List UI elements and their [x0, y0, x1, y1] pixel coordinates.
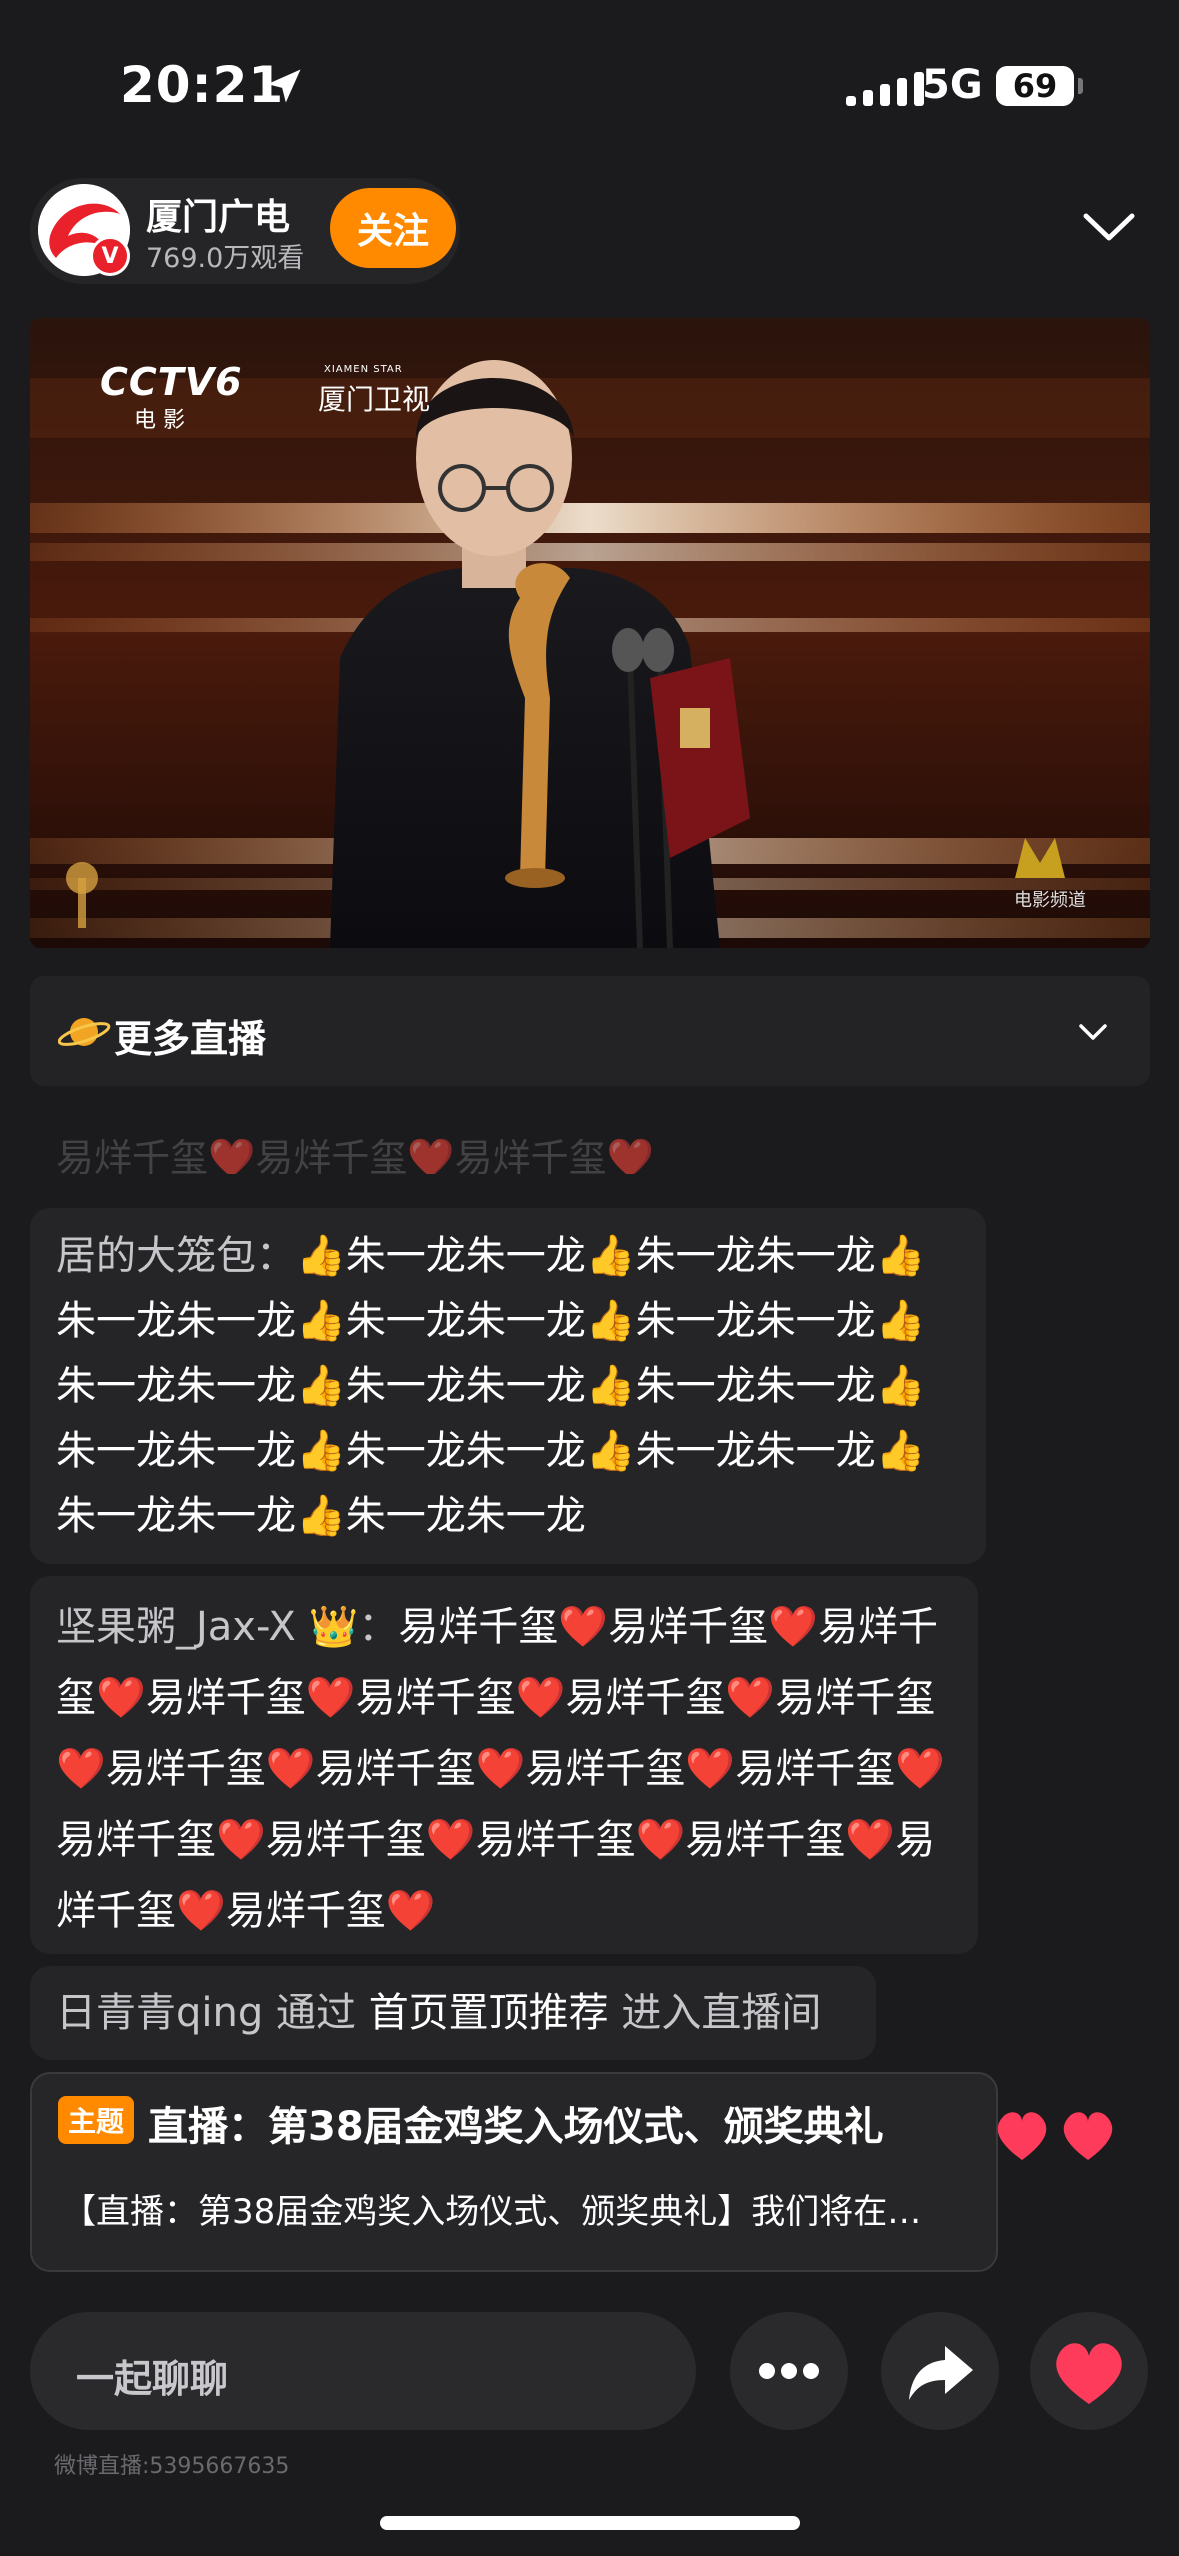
faded-comment: 易烊千玺❤️易烊千玺❤️易烊千玺❤️ [56, 1138, 654, 1174]
network-type: 5G [922, 62, 983, 108]
battery-tip [1078, 78, 1083, 94]
follow-button[interactable]: 关注 [330, 188, 456, 268]
more-live-label: 更多直播 [114, 1017, 267, 1061]
status-bar: 20:21 5G 69 [0, 0, 1179, 150]
comment-username[interactable]: 居的大笼包： [56, 1233, 296, 1279]
cctv6-sublabel: 电 影 [134, 408, 185, 433]
location-arrow-icon [267, 69, 301, 103]
viewer-count: 769.0万观看 [146, 243, 305, 274]
xiamen-tv-logo: 厦门卫视 [318, 383, 431, 416]
comment-username[interactable]: 日青青qing [56, 1990, 263, 2036]
comment-username[interactable]: 坚果粥_Jax-X 👑： [56, 1604, 398, 1650]
xiamen-star-label: XIAMEN STAR [324, 364, 403, 375]
live-video-player[interactable] [30, 318, 1150, 948]
topic-title: 直播：第38届金鸡奖入场仪式、颁奖典礼 [148, 2104, 884, 2150]
entry-notice: 日青青qing 通过 首页置顶推荐 进入直播间 [30, 1966, 876, 2060]
channel-name[interactable]: 厦门广电 [146, 188, 290, 240]
comment-text: 易烊千玺❤️易烊千玺❤️易烊千玺❤️易烊千玺❤️易烊千玺❤️易烊千玺❤️易烊千玺… [56, 1604, 946, 1934]
movie-channel-watermark: 电影频道 [1014, 890, 1086, 911]
home-indicator[interactable] [380, 2516, 800, 2530]
heart-icon [1056, 2343, 1122, 2404]
battery-icon: 69 [996, 66, 1074, 106]
floating-hearts-icon [997, 2112, 1113, 2160]
comment-item: 居的大笼包：👍朱一龙朱一龙👍朱一龙朱一龙👍朱一龙朱一龙👍朱一龙朱一龙👍朱一龙朱一… [30, 1208, 986, 1564]
entry-source: 首页置顶推荐 [368, 1990, 609, 2036]
weibo-live-id: 微博直播:5395667635 [54, 2454, 290, 2479]
share-button[interactable] [881, 2312, 999, 2430]
more-button[interactable] [730, 2312, 848, 2430]
cctv6-logo: CCTV6 [100, 360, 243, 404]
entry-via: 通过 [275, 1990, 356, 2036]
verified-badge: V [90, 236, 130, 276]
share-arrow-icon [909, 2346, 973, 2400]
signal-icon [846, 68, 924, 106]
entry-action: 进入直播间 [621, 1990, 822, 2036]
video-frame [30, 318, 1150, 948]
chevron-down-icon[interactable] [1080, 202, 1138, 252]
chat-placeholder: 一起聊聊 [76, 2357, 229, 2401]
more-dots-icon [759, 2363, 819, 2379]
topic-tag: 主题 [58, 2096, 134, 2144]
topic-description: 【直播：第38届金鸡奖入场仪式、颁奖典礼】我们将在… [62, 2192, 922, 2232]
planet-icon [58, 1018, 111, 1046]
like-button[interactable] [1030, 2312, 1148, 2430]
comment-item: 坚果粥_Jax-X 👑：易烊千玺❤️易烊千玺❤️易烊千玺❤️易烊千玺❤️易烊千玺… [30, 1576, 978, 1954]
chevron-down-icon[interactable] [1076, 1018, 1110, 1046]
status-time: 20:21 [120, 56, 285, 114]
